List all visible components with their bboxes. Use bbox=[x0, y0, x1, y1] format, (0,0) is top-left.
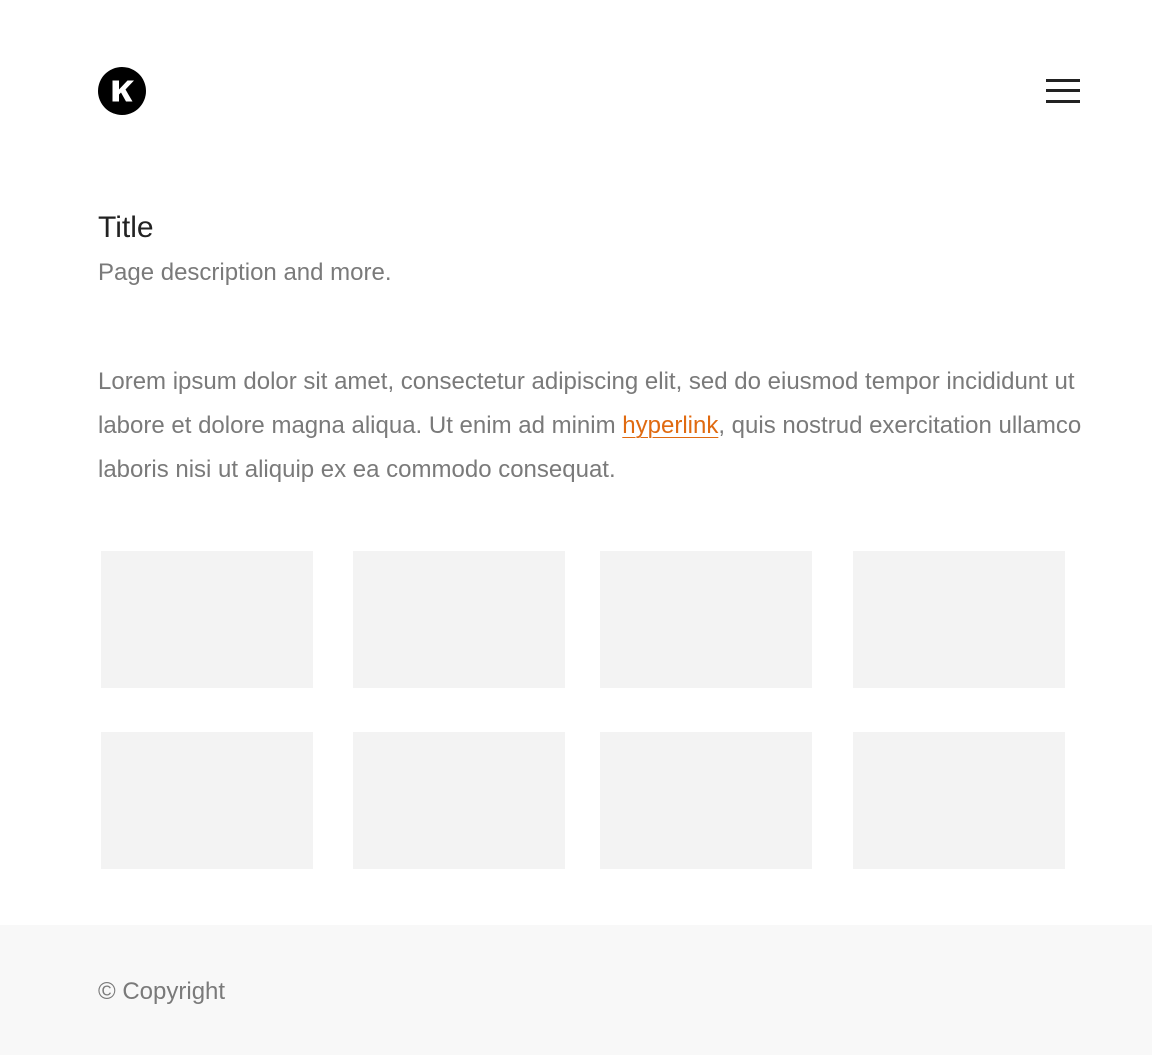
card-placeholder[interactable] bbox=[101, 551, 313, 688]
menu-line bbox=[1046, 100, 1080, 103]
card-placeholder[interactable] bbox=[353, 551, 565, 688]
footer: © Copyright bbox=[0, 925, 1152, 1055]
card-placeholder[interactable] bbox=[853, 551, 1065, 688]
menu-line bbox=[1046, 89, 1080, 92]
menu-line bbox=[1046, 79, 1080, 82]
body-paragraph: Lorem ipsum dolor sit amet, consectetur … bbox=[98, 360, 1088, 492]
card-placeholder[interactable] bbox=[353, 732, 565, 869]
page: Title Page description and more. Lorem i… bbox=[0, 0, 1152, 1055]
page-title: Title bbox=[98, 211, 154, 244]
hamburger-menu-icon[interactable] bbox=[1046, 79, 1080, 105]
header bbox=[98, 67, 1080, 115]
hyperlink[interactable]: hyperlink bbox=[622, 412, 718, 439]
card-placeholder[interactable] bbox=[853, 732, 1065, 869]
card-placeholder[interactable] bbox=[600, 732, 812, 869]
copyright-text: © Copyright bbox=[98, 978, 226, 1005]
page-description: Page description and more. bbox=[98, 259, 392, 286]
card-placeholder[interactable] bbox=[101, 732, 313, 869]
logo-link[interactable] bbox=[98, 67, 146, 115]
card-placeholder[interactable] bbox=[600, 551, 812, 688]
k-logo-icon bbox=[112, 80, 134, 102]
